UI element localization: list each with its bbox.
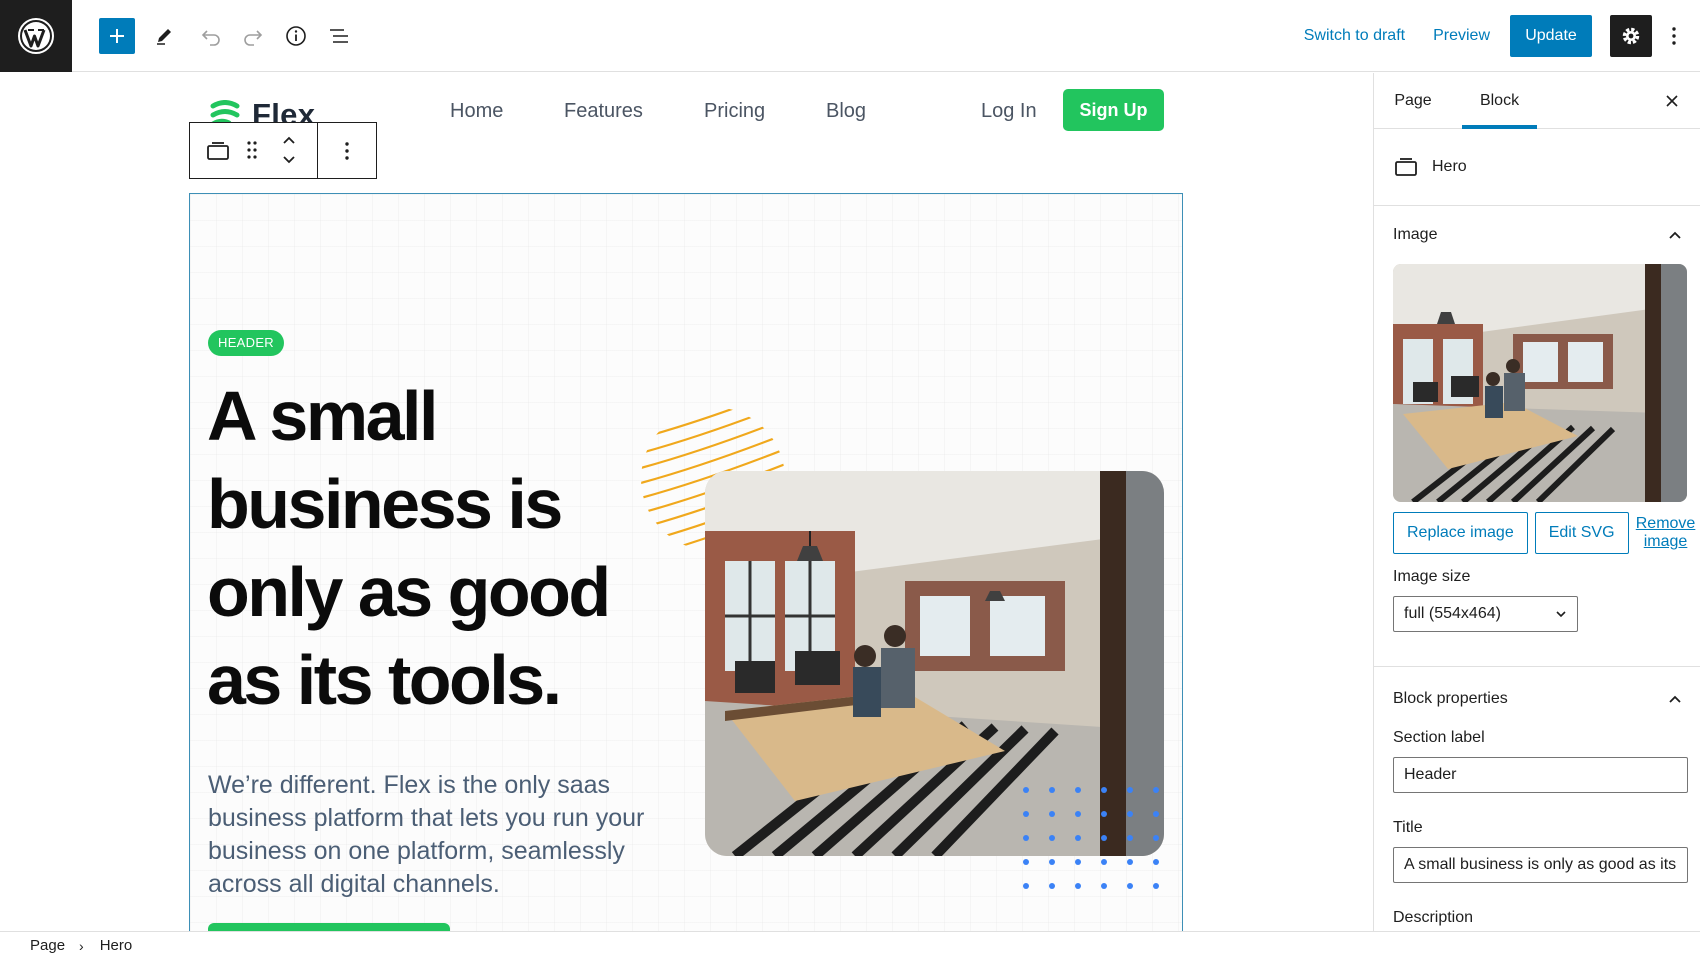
settings-button[interactable] <box>1610 15 1652 57</box>
undo-button[interactable] <box>193 18 229 54</box>
list-view-icon <box>330 29 348 43</box>
move-down-icon[interactable] <box>281 153 297 167</box>
decorative-dots-icon <box>1023 787 1159 889</box>
block-properties-toggle[interactable]: Block properties <box>1374 669 1700 729</box>
hero-cta-button[interactable] <box>208 923 450 931</box>
chevron-up-icon <box>1669 231 1681 239</box>
nav-blog[interactable]: Blog <box>826 100 866 123</box>
redo-icon <box>244 30 263 46</box>
block-name: Hero <box>1432 158 1467 175</box>
edit-tools-button[interactable] <box>146 18 182 54</box>
close-icon <box>1666 95 1678 107</box>
replace-image-button[interactable]: Replace image <box>1393 512 1528 554</box>
title-input[interactable] <box>1393 847 1688 883</box>
drag-handle-icon[interactable] <box>246 140 258 160</box>
edit-svg-button[interactable]: Edit SVG <box>1534 512 1629 554</box>
remove-image-link[interactable]: Remove image <box>1636 515 1696 551</box>
breadcrumb-hero[interactable]: Hero <box>100 937 133 954</box>
more-vertical-icon <box>345 141 349 160</box>
section-label-label: Section label <box>1393 729 1485 746</box>
update-button[interactable]: Update <box>1510 15 1592 57</box>
editor-canvas: Flex Home Features Pricing Blog Log In S… <box>0 73 1373 931</box>
image-size-select[interactable]: full (554x464) <box>1393 596 1578 632</box>
more-vertical-icon <box>1672 27 1676 45</box>
redo-button[interactable] <box>235 18 271 54</box>
description-label: Description <box>1393 909 1474 926</box>
signup-button[interactable]: Sign Up <box>1063 89 1164 131</box>
gear-icon <box>1622 27 1640 45</box>
image-actions: Replace image Edit SVG Remove image <box>1393 512 1700 554</box>
chevron-down-icon <box>1556 611 1566 618</box>
block-type-icon[interactable] <box>206 141 230 161</box>
tab-block[interactable]: Block <box>1462 73 1537 129</box>
editor-top-bar: Switch to draft Preview Update <box>0 0 1700 72</box>
plus-icon <box>110 29 124 43</box>
block-toolbar <box>189 122 377 179</box>
image-panel: Image Replace image Edit SVG Remove imag… <box>1374 206 1700 667</box>
nav-login[interactable]: Log In <box>981 100 1037 123</box>
close-sidebar-button[interactable] <box>1656 85 1688 117</box>
options-button[interactable] <box>1652 15 1696 57</box>
image-panel-title: Image <box>1393 226 1438 243</box>
block-options-button[interactable] <box>318 123 376 178</box>
wordpress-logo-icon[interactable] <box>0 0 72 72</box>
image-size-label: Image size <box>1393 568 1471 585</box>
hero-title[interactable]: A small business is only as good as its … <box>207 372 667 724</box>
section-label-input[interactable] <box>1393 757 1688 793</box>
info-icon <box>286 26 306 46</box>
block-properties-title: Block properties <box>1393 690 1508 707</box>
block-properties-panel: Block properties Section label Title Des… <box>1374 669 1700 927</box>
breadcrumb-page[interactable]: Page <box>30 937 65 954</box>
top-bar-actions: Switch to draft Preview Update <box>1290 0 1700 72</box>
pencil-icon <box>157 29 171 45</box>
block-type-icon <box>1395 158 1417 176</box>
hero-block[interactable]: HEADER A small business is only as good … <box>189 193 1183 931</box>
active-tab-indicator <box>1462 125 1537 129</box>
image-panel-toggle[interactable]: Image <box>1374 206 1700 264</box>
sidebar-tabs: Page Block <box>1374 73 1700 129</box>
details-button[interactable] <box>278 18 314 54</box>
add-block-button[interactable] <box>99 18 135 54</box>
title-label: Title <box>1393 819 1423 836</box>
preview-button[interactable]: Preview <box>1419 27 1504 45</box>
tab-page[interactable]: Page <box>1393 73 1433 129</box>
image-size-value: full (554x464) <box>1404 605 1501 622</box>
list-view-button[interactable] <box>321 18 357 54</box>
nav-pricing[interactable]: Pricing <box>704 100 765 123</box>
switch-to-draft-button[interactable]: Switch to draft <box>1290 27 1419 45</box>
hero-description[interactable]: We’re different. Flex is the only saas b… <box>208 769 668 901</box>
block-toolbar-main <box>190 123 318 178</box>
undo-icon <box>201 30 220 46</box>
nav-features[interactable]: Features <box>564 100 643 123</box>
chevron-up-icon <box>1669 695 1681 703</box>
settings-sidebar: Page Block Hero Image Replace image Edit… <box>1373 73 1700 931</box>
chevron-right-icon: › <box>79 937 84 954</box>
image-preview <box>1393 264 1687 502</box>
move-up-icon[interactable] <box>281 133 297 147</box>
nav-home[interactable]: Home <box>450 100 503 123</box>
hero-section-badge: HEADER <box>208 330 284 356</box>
block-card: Hero <box>1374 129 1700 206</box>
block-breadcrumb: Page › Hero <box>0 931 1700 959</box>
